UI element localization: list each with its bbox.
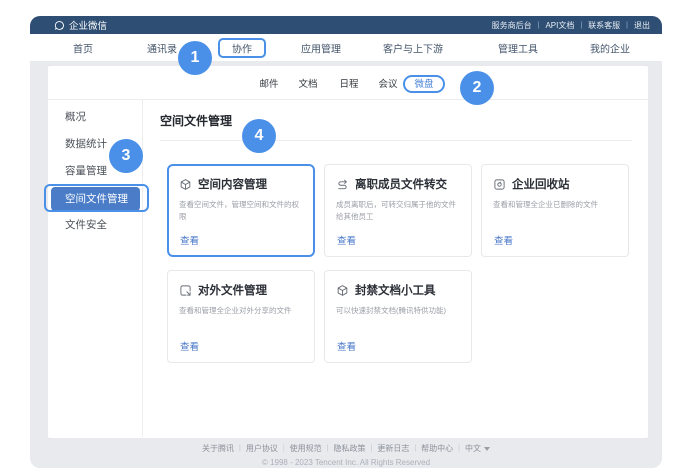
- card-desc: 可以快速封禁文档(腾讯特供功能): [336, 305, 460, 317]
- annotation-box-drive-tab: [403, 75, 445, 93]
- nav-item-my-company[interactable]: 我的企业: [590, 40, 630, 55]
- wecom-logo-icon: [54, 20, 65, 31]
- footer-link-changelog[interactable]: 更新日志: [377, 443, 409, 454]
- card-space-content-mgmt[interactable]: 空间内容管理 查看空间文件，管理空间和文件的权限 查看: [167, 164, 315, 257]
- nav-item-contacts[interactable]: 通讯录: [147, 40, 177, 55]
- view-link[interactable]: 查看: [337, 233, 356, 247]
- footer: 关于腾讯 | 用户协议 | 使用规范 | 隐私政策 | 更新日志 | 帮助中心 …: [30, 443, 662, 467]
- nav-item-app-management[interactable]: 应用管理: [301, 40, 341, 55]
- ban-doc-icon: [336, 284, 349, 297]
- tab-schedule[interactable]: 日程: [339, 76, 358, 90]
- card-departed-member-transfer[interactable]: 离职成员文件转交 成员离职后，可转交归属于他的文件给其他员工 查看: [324, 164, 472, 257]
- footer-language-selector[interactable]: 中文: [465, 443, 490, 454]
- card-company-recycle-bin[interactable]: 企业回收站 查看和管理全企业已删除的文件 查看: [481, 164, 629, 257]
- footer-link-user-agreement[interactable]: 用户协议: [246, 443, 278, 454]
- annotation-step-3: 3: [109, 139, 143, 173]
- nav-item-customers[interactable]: 客户与上下游: [383, 40, 443, 55]
- view-link[interactable]: 查看: [337, 339, 356, 353]
- card-title: 离职成员文件转交: [355, 176, 447, 192]
- brand[interactable]: 企业微信: [54, 18, 107, 32]
- view-link[interactable]: 查看: [180, 339, 199, 353]
- view-link[interactable]: 查看: [494, 233, 513, 247]
- topbar-link-contact-support[interactable]: 联系客服: [588, 20, 620, 31]
- external-share-icon: [179, 284, 192, 297]
- language-label: 中文: [465, 443, 481, 454]
- topbar-link-logout[interactable]: 退出: [634, 20, 650, 31]
- separator: |: [283, 445, 285, 452]
- caret-down-icon: [484, 447, 490, 451]
- card-external-file-mgmt[interactable]: 对外文件管理 查看和管理全企业对外分享的文件 查看: [167, 270, 315, 363]
- topbar: 企业微信 服务商后台 | API文档 | 联系客服 | 退出: [30, 16, 662, 34]
- card-ban-doc-tool[interactable]: 封禁文档小工具 可以快速封禁文档(腾讯特供功能) 查看: [324, 270, 472, 363]
- view-link[interactable]: 查看: [180, 233, 199, 247]
- annotation-step-2: 2: [460, 71, 494, 105]
- separator: |: [327, 445, 329, 452]
- separator: |: [538, 22, 540, 29]
- footer-link-usage-rules[interactable]: 使用规范: [290, 443, 322, 454]
- annotation-box-collaboration: [218, 38, 266, 58]
- card-desc: 查看空间文件，管理空间和文件的权限: [179, 199, 303, 222]
- card-title: 企业回收站: [512, 176, 570, 192]
- transfer-icon: [336, 178, 349, 191]
- content-panel: 邮件 文档 日程 会议 微盘 概况 数据统计 容量管理 空间文件管理 文件安全 …: [48, 66, 648, 438]
- nav-item-admin-tools[interactable]: 管理工具: [498, 40, 538, 55]
- card-title: 封禁文档小工具: [355, 282, 436, 298]
- footer-link-help-center[interactable]: 帮助中心: [421, 443, 453, 454]
- tab-meeting[interactable]: 会议: [378, 76, 397, 90]
- annotation-step-4: 4: [242, 119, 276, 153]
- card-grid: 空间内容管理 查看空间文件，管理空间和文件的权限 查看 离职成员文件转交 成员离…: [167, 164, 629, 363]
- cube-icon: [179, 178, 192, 191]
- app-window: 企业微信 服务商后台 | API文档 | 联系客服 | 退出 首页 通讯录 协作…: [30, 16, 662, 468]
- page-title: 空间文件管理: [160, 112, 632, 129]
- separator: |: [414, 445, 416, 452]
- separator: |: [239, 445, 241, 452]
- topbar-link-provider-console[interactable]: 服务商后台: [492, 20, 532, 31]
- separator: |: [458, 445, 460, 452]
- main-content: 空间文件管理 空间内容管理 查看空间文件，管理空间和文件的权限 查看: [143, 100, 648, 437]
- card-title: 对外文件管理: [198, 282, 267, 298]
- card-desc: 查看和管理全企业已删除的文件: [493, 199, 617, 211]
- footer-link-privacy[interactable]: 隐私政策: [334, 443, 366, 454]
- annotation-box-sidebar-item: [44, 184, 149, 212]
- tab-docs[interactable]: 文档: [298, 76, 317, 90]
- separator: |: [626, 22, 628, 29]
- nav-item-home[interactable]: 首页: [73, 40, 93, 55]
- footer-link-about[interactable]: 关于腾讯: [202, 443, 234, 454]
- separator: |: [371, 445, 373, 452]
- card-desc: 查看和管理全企业对外分享的文件: [179, 305, 303, 317]
- recycle-bin-icon: [493, 178, 506, 191]
- divider: [160, 140, 632, 141]
- footer-links: 关于腾讯 | 用户协议 | 使用规范 | 隐私政策 | 更新日志 | 帮助中心 …: [30, 443, 662, 454]
- annotation-step-1: 1: [178, 41, 212, 75]
- tab-mail[interactable]: 邮件: [259, 76, 278, 90]
- card-desc: 成员离职后，可转交归属于他的文件给其他员工: [336, 199, 460, 222]
- separator: |: [580, 22, 582, 29]
- sidebar-item-overview[interactable]: 概况: [48, 104, 142, 131]
- brand-name: 企业微信: [69, 18, 107, 32]
- copyright: © 1998 - 2023 Tencent Inc. All Rights Re…: [30, 458, 662, 467]
- topbar-link-api-docs[interactable]: API文档: [545, 20, 574, 31]
- sidebar-item-file-security[interactable]: 文件安全: [48, 212, 142, 239]
- main-nav: 首页 通讯录 协作 应用管理 客户与上下游 管理工具 我的企业: [30, 34, 662, 61]
- tabs-bar: 邮件 文档 日程 会议 微盘: [48, 66, 648, 100]
- topbar-links: 服务商后台 | API文档 | 联系客服 | 退出: [492, 20, 650, 31]
- card-title: 空间内容管理: [198, 176, 267, 192]
